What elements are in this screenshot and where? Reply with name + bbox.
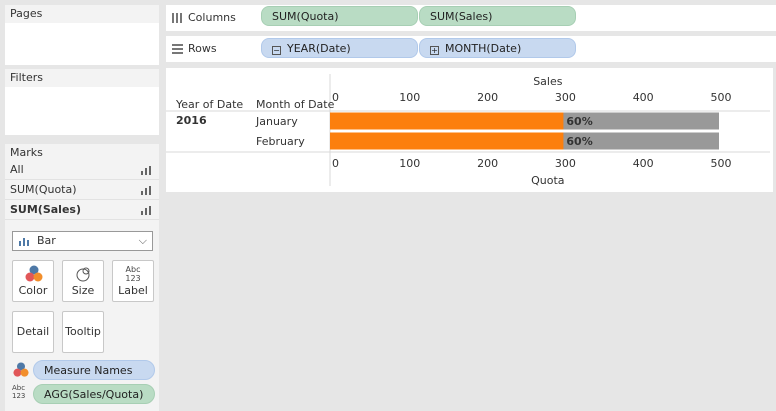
bar-chart-icon	[141, 206, 153, 215]
marks-card-all-label: All	[10, 163, 24, 176]
top-tick-label: 300	[555, 91, 576, 104]
size-button[interactable]: Size	[62, 260, 104, 302]
chevron-down-icon: ⌵	[138, 234, 147, 247]
num-icon-text: 123	[125, 274, 141, 283]
rows-shelf: Rows − YEAR(Date) + MONTH(Date)	[166, 36, 776, 62]
row-header-year: Year of Date	[175, 98, 243, 111]
sum-sales-pill-label: SUM(Sales)	[430, 10, 493, 23]
bottom-axis-title: Quota	[531, 174, 564, 187]
month-label: February	[256, 135, 305, 148]
marks-card-sales-label: SUM(Sales)	[10, 203, 81, 216]
expand-icon[interactable]: +	[430, 46, 439, 55]
abc-icon-text: Abc	[12, 384, 26, 392]
mark-type-dropdown[interactable]: Bar ⌵	[12, 231, 153, 251]
sum-sales-pill[interactable]: SUM(Sales)	[419, 6, 576, 26]
detail-button-label: Detail	[16, 325, 50, 338]
bar-data-label: 60%	[566, 135, 592, 148]
bottom-tick-label: 300	[555, 157, 576, 170]
sum-quota-pill-label: SUM(Quota)	[272, 10, 339, 23]
marks-card-all[interactable]: All	[5, 160, 159, 180]
abc-icon-text: Abc	[125, 265, 141, 274]
bottom-tick-label: 500	[711, 157, 732, 170]
top-tick-label: 200	[477, 91, 498, 104]
agg-sales-quota-pill[interactable]: AGG(Sales/Quota)	[33, 384, 155, 404]
label-button-label: Label	[118, 284, 148, 297]
marks-card-list: All SUM(Quota) SUM(Sales)	[5, 160, 159, 220]
bar-chart: Year of Date Month of Date 2016 Sales Quota 0…	[166, 74, 770, 187]
columns-icon	[172, 13, 182, 23]
view-pane: Year of Date Month of Date 2016 Sales Quota 0…	[166, 68, 773, 192]
marks-card-quota-label: SUM(Quota)	[10, 183, 77, 196]
bottom-tick-label: 0	[332, 157, 339, 170]
filters-title: Filters	[5, 69, 159, 87]
color-button-label: Color	[18, 284, 48, 297]
marks-card-quota[interactable]: SUM(Quota)	[5, 180, 159, 200]
bottom-tick-label: 400	[633, 157, 654, 170]
year-date-pill-label: YEAR(Date)	[287, 42, 351, 55]
year-date-pill[interactable]: − YEAR(Date)	[261, 38, 418, 58]
top-tick-label: 100	[399, 91, 420, 104]
detail-button[interactable]: Detail	[12, 311, 54, 353]
columns-shelf-label: Columns	[172, 5, 236, 31]
month-date-pill-label: MONTH(Date)	[445, 42, 522, 55]
bar-chart-icon	[19, 237, 31, 246]
tooltip-button-label: Tooltip	[65, 325, 101, 338]
abc-123-icon: Abc 123	[12, 384, 25, 400]
measure-names-pill[interactable]: Measure Names	[33, 360, 155, 380]
sales-bar	[330, 112, 564, 130]
columns-label-text: Columns	[188, 11, 236, 24]
size-icon	[63, 265, 103, 285]
label-button[interactable]: Abc 123 Label	[112, 260, 154, 302]
month-date-pill[interactable]: + MONTH(Date)	[419, 38, 576, 58]
mark-type-value: Bar	[37, 234, 56, 247]
year-label: 2016	[176, 114, 207, 127]
sum-quota-pill[interactable]: SUM(Quota)	[261, 6, 418, 26]
agg-sales-quota-pill-label: AGG(Sales/Quota)	[44, 388, 144, 401]
top-axis-title: Sales	[533, 75, 563, 88]
bar-chart-icon	[141, 186, 153, 195]
measure-names-pill-label: Measure Names	[44, 364, 133, 377]
rows-shelf-label: Rows	[172, 36, 217, 62]
marks-card: Marks All SUM(Quota) SUM(Sales) Bar ⌵ Co…	[5, 144, 159, 411]
size-button-label: Size	[71, 284, 95, 297]
color-icon	[13, 265, 53, 285]
color-button[interactable]: Color	[12, 260, 54, 302]
rows-icon	[172, 44, 183, 54]
abc-123-icon: Abc 123	[113, 265, 153, 285]
bottom-tick-label: 100	[399, 157, 420, 170]
pages-title: Pages	[5, 5, 159, 23]
color-icon	[13, 362, 29, 378]
tooltip-button[interactable]: Tooltip	[62, 311, 104, 353]
sales-bar	[330, 132, 564, 150]
columns-shelf: Columns SUM(Quota) SUM(Sales)	[166, 5, 776, 31]
collapse-icon[interactable]: −	[272, 46, 281, 55]
top-tick-label: 0	[332, 91, 339, 104]
marks-card-sales[interactable]: SUM(Sales)	[5, 200, 159, 220]
top-tick-label: 400	[633, 91, 654, 104]
month-label: January	[255, 115, 298, 128]
num-icon-text: 123	[12, 392, 26, 400]
filters-card: Filters	[5, 69, 159, 135]
pages-card: Pages	[5, 5, 159, 65]
bar-data-label: 60%	[566, 115, 592, 128]
row-header-month: Month of Date	[256, 98, 335, 111]
bar-chart-icon	[141, 166, 153, 175]
rows-label-text: Rows	[188, 42, 217, 55]
top-tick-label: 500	[711, 91, 732, 104]
bottom-tick-label: 200	[477, 157, 498, 170]
